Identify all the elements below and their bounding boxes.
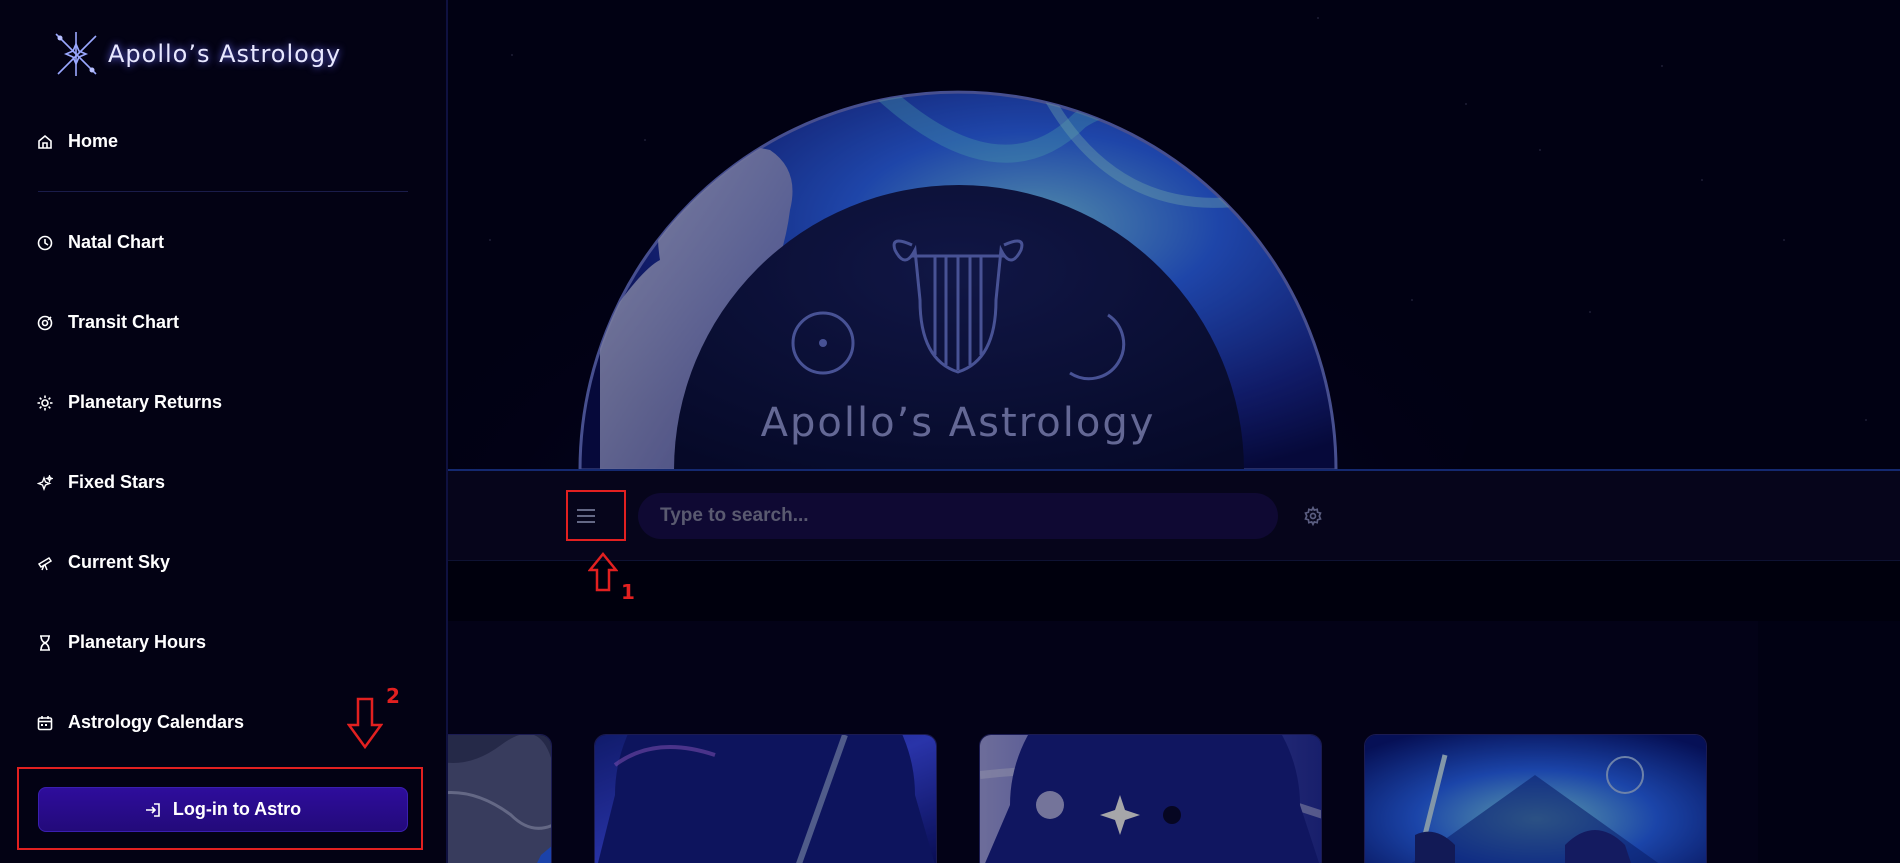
- sidebar-item-label: Home: [68, 131, 119, 151]
- app-title: Apollo’s Astrology: [108, 40, 342, 68]
- sidebar-item-current-sky[interactable]: Current Sky: [36, 552, 170, 573]
- sidebar-item-label: Planetary Returns: [68, 392, 223, 412]
- sidebar-item-label: Fixed Stars: [68, 472, 166, 492]
- calendar-icon: [36, 714, 54, 732]
- sidebar-item-label: Natal Chart: [68, 232, 165, 252]
- transit-icon: [36, 314, 54, 332]
- sidebar-item-label: Current Sky: [68, 552, 171, 572]
- down-arrow-icon: [347, 697, 383, 749]
- up-arrow-icon: [588, 552, 618, 592]
- home-icon: [36, 133, 54, 151]
- annotation-number-2: 2: [386, 684, 400, 708]
- chart-icon: [36, 234, 54, 252]
- sidebar-item-astrology-calendars[interactable]: Astrology Calendars: [36, 712, 244, 733]
- annotation-box-login: [17, 767, 423, 850]
- sidebar-item-natal-chart[interactable]: Natal Chart: [36, 232, 164, 253]
- sidebar-item-label: Planetary Hours: [68, 632, 207, 652]
- sparkle-icon: [36, 474, 54, 492]
- sidebar-item-transit-chart[interactable]: Transit Chart: [36, 312, 179, 333]
- sidebar-divider: [38, 191, 408, 192]
- sidebar-item-planetary-hours[interactable]: Planetary Hours: [36, 632, 206, 653]
- annotation-box-menu: [566, 490, 626, 541]
- sidebar-item-home[interactable]: Home: [36, 131, 118, 152]
- sidebar-item-fixed-stars[interactable]: Fixed Stars: [36, 472, 165, 493]
- compass-star-icon: [55, 32, 97, 76]
- hourglass-icon: [36, 634, 54, 652]
- annotation-number-1: 1: [621, 580, 635, 604]
- sidebar-item-label: Astrology Calendars: [68, 712, 245, 732]
- app-logo[interactable]: Apollo’s Astrology: [52, 30, 341, 78]
- telescope-icon: [36, 554, 54, 572]
- modal-backdrop[interactable]: [448, 0, 1900, 863]
- sun-icon: [36, 394, 54, 412]
- sidebar-item-label: Transit Chart: [68, 312, 180, 332]
- sidebar-item-planetary-returns[interactable]: Planetary Returns: [36, 392, 222, 413]
